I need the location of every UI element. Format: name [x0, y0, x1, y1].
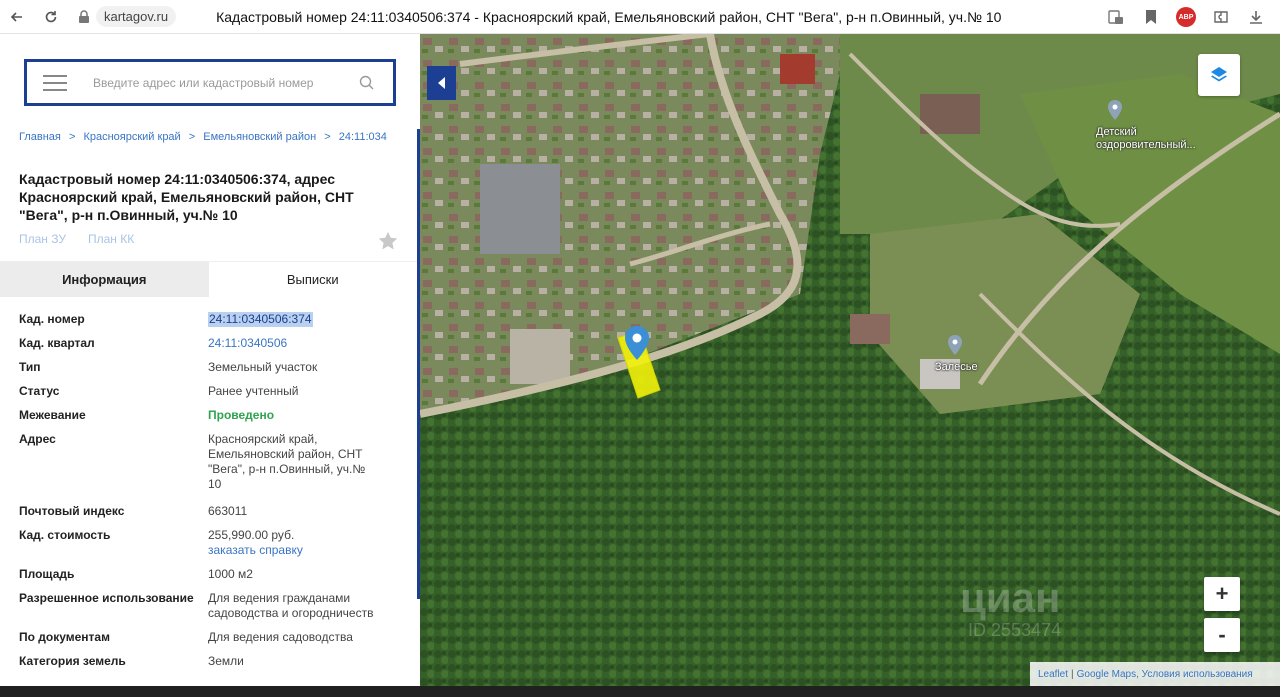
- watermark: циан: [960, 574, 1061, 621]
- info-row: Межевание Проведено: [19, 408, 399, 423]
- parcel-marker-icon[interactable]: [625, 326, 649, 360]
- info-key: Кад. номер: [19, 312, 85, 326]
- info-panel: Главная > Красноярский край > Емельяновс…: [0, 34, 420, 686]
- watermark-id: ID 2553474: [968, 620, 1062, 640]
- info-row: Разрешенное использование Для ведения гр…: [19, 591, 399, 621]
- breadcrumb-item[interactable]: Емельяновский район: [203, 131, 316, 143]
- info-value: Ранее учтенный: [208, 384, 299, 398]
- info-key: Категория земель: [19, 654, 126, 668]
- search-icon[interactable]: [359, 75, 375, 91]
- info-row: Тип Земельный участок: [19, 360, 399, 375]
- info-key: По документам: [19, 630, 110, 644]
- village-label: Залесье: [935, 361, 978, 373]
- info-value: Земли: [208, 654, 244, 668]
- info-key: Почтовый индекс: [19, 504, 125, 518]
- search-input[interactable]: [93, 75, 343, 90]
- info-row: Почтовый индекс 663011: [19, 504, 399, 519]
- info-row: Кад. стоимость 255,990.00 руб. заказать …: [19, 528, 399, 558]
- cost-value: 255,990.00 руб.: [208, 528, 295, 542]
- info-key: Статус: [19, 384, 60, 398]
- zoom-in-button[interactable]: +: [1204, 577, 1240, 611]
- google-terms-link[interactable]: Google Maps, Условия использования: [1077, 669, 1253, 680]
- breadcrumb-item[interactable]: Главная: [19, 131, 61, 143]
- breadcrumb-separator: >: [68, 131, 76, 143]
- camp-label: Детский оздоровительный...: [1096, 126, 1196, 151]
- reload-button[interactable]: [34, 0, 68, 34]
- info-row: Кад. номер 24:11:0340506:374: [19, 312, 399, 327]
- map-attribution: Leaflet | Google Maps, Условия использов…: [1030, 662, 1280, 686]
- sync-tab-icon[interactable]: [1106, 7, 1126, 27]
- info-key: Адрес: [19, 432, 56, 446]
- info-key: Кад. квартал: [19, 336, 95, 350]
- cad-number-value[interactable]: 24:11:0340506:374: [208, 312, 313, 327]
- info-value: 1000 м2: [208, 567, 253, 581]
- caret-left-icon: [437, 77, 445, 89]
- info-row: Кад. квартал 24:11:0340506: [19, 336, 399, 351]
- collapse-panel-button[interactable]: [427, 66, 456, 100]
- plan-links: План ЗУ План КК: [19, 232, 134, 246]
- os-taskbar: [0, 686, 1280, 697]
- layers-button[interactable]: [1198, 54, 1240, 96]
- info-key: Кад. стоимость: [19, 528, 111, 542]
- tab-info[interactable]: Информация: [0, 262, 209, 297]
- plan-zu-link[interactable]: План ЗУ: [19, 232, 66, 246]
- browser-toolbar: kartagov.ru Кадастровый номер 24:11:0340…: [0, 0, 1280, 34]
- satellite-map[interactable]: Детский оздоровительный... Залесье циан …: [420, 34, 1280, 686]
- breadcrumb-item[interactable]: Красноярский край: [83, 131, 180, 143]
- arrow-left-icon: [10, 11, 22, 22]
- adblock-icon[interactable]: ABP: [1176, 7, 1196, 27]
- info-value: 663011: [208, 504, 248, 518]
- bookmark-icon[interactable]: [1141, 7, 1161, 27]
- info-value: Земельный участок: [208, 360, 318, 374]
- breadcrumb-separator: >: [188, 131, 196, 143]
- cadastral-value: 255,990.00 руб. заказать справку: [208, 528, 378, 558]
- parcel-title: Кадастровый номер 24:11:0340506:374, адр…: [19, 171, 354, 223]
- search-box: [24, 59, 396, 106]
- url-domain[interactable]: kartagov.ru: [96, 6, 177, 27]
- info-row: Статус Ранее учтенный: [19, 384, 399, 399]
- zoom-out-button[interactable]: -: [1204, 618, 1240, 652]
- extensions-icon[interactable]: [1211, 7, 1231, 27]
- cad-quarter-link[interactable]: 24:11:0340506: [208, 336, 378, 351]
- camp-poi-icon[interactable]: [1108, 100, 1122, 120]
- order-certificate-link[interactable]: заказать справку: [208, 543, 378, 558]
- plan-kk-link[interactable]: План КК: [88, 232, 134, 246]
- attribution-separator: |: [1071, 668, 1074, 680]
- star-icon[interactable]: [377, 230, 399, 252]
- info-key: Межевание: [19, 408, 86, 422]
- info-row: Адрес Красноярский край, Емельяновский р…: [19, 432, 399, 492]
- back-button[interactable]: [0, 0, 34, 34]
- reload-icon: [45, 10, 57, 22]
- breadcrumb: Главная > Красноярский край > Емельяновс…: [19, 131, 387, 143]
- lock-icon[interactable]: [76, 9, 92, 25]
- download-icon[interactable]: [1246, 7, 1266, 27]
- leaflet-link[interactable]: Leaflet: [1038, 669, 1068, 680]
- page-title: Кадастровый номер 24:11:0340506:374 - Кр…: [216, 8, 1002, 25]
- breadcrumb-item[interactable]: 24:11:034: [339, 131, 387, 143]
- info-row: Категория земель Земли: [19, 654, 399, 669]
- tab-bar: Информация Выписки: [0, 261, 417, 297]
- address-value: Красноярский край, Емельяновский район, …: [208, 432, 366, 491]
- village-poi-icon[interactable]: [948, 335, 962, 355]
- info-key: Разрешенное использование: [19, 591, 194, 605]
- menu-icon[interactable]: [43, 74, 67, 91]
- breadcrumb-separator: >: [324, 131, 331, 143]
- info-key: Площадь: [19, 567, 75, 581]
- survey-status: Проведено: [208, 408, 275, 422]
- tab-extracts[interactable]: Выписки: [208, 262, 417, 297]
- info-value: Для ведения садоводства: [208, 630, 353, 644]
- info-value: Для ведения гражданами садоводства и ого…: [208, 591, 374, 620]
- info-table: Кад. номер 24:11:0340506:374 Кад. кварта…: [19, 312, 399, 678]
- info-key: Тип: [19, 360, 41, 374]
- layers-icon: [1211, 67, 1227, 82]
- info-row: Площадь 1000 м2: [19, 567, 399, 582]
- info-row: По документам Для ведения садоводства: [19, 630, 399, 645]
